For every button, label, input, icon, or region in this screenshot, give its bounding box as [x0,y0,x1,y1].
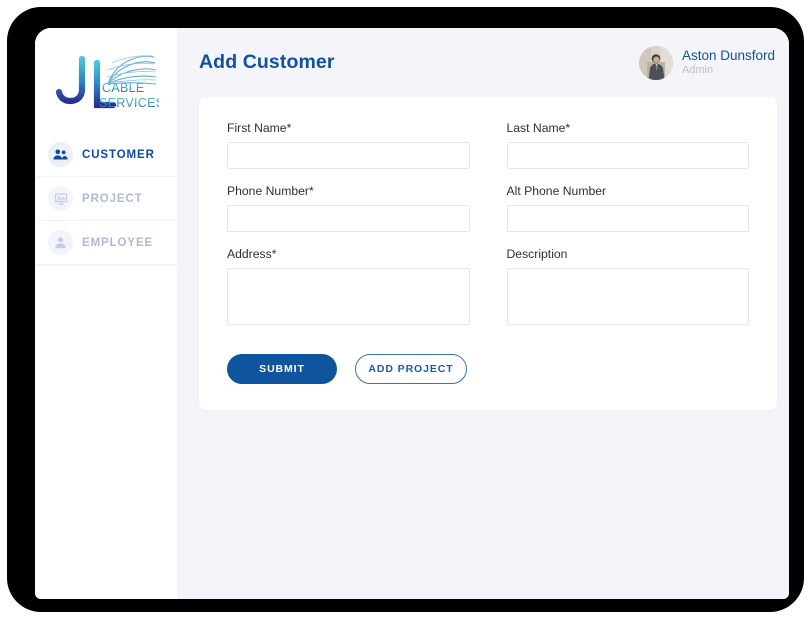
presentation-board-icon [48,186,73,211]
submit-button[interactable]: SUBMIT [227,354,337,384]
field-label: Last Name* [506,121,571,135]
alt-phone-number-input[interactable] [506,205,749,232]
field-label: Address* [227,247,277,261]
logo-text-cable: CABLE [102,81,145,95]
field-alt-phone-number: Alt Phone Number [506,184,749,232]
sidebar-item-customer[interactable]: CUSTOMER [35,133,177,177]
app-screen: CABLE SERVICES CUSTOMER PROJECT EMPLOYEE… [35,28,789,599]
jl-cable-services-logo-icon: CABLE SERVICES [55,54,159,110]
logo-text-services: SERVICES [99,96,159,110]
main-content: Add Customer Aston Dunsford Admin First … [177,28,789,599]
sidebar-item-label: PROJECT [82,192,143,205]
field-first-name: First Name* [227,121,470,169]
form-button-row: SUBMIT ADD PROJECT [227,354,749,384]
sidebar-item-label: EMPLOYEE [82,236,154,249]
sidebar: CABLE SERVICES CUSTOMER PROJECT EMPLOYEE [35,28,177,599]
field-label: Description [506,247,568,261]
user-role: Admin [681,63,714,76]
field-label: Alt Phone Number [506,184,607,198]
sidebar-item-employee[interactable]: EMPLOYEE [35,221,177,265]
field-phone-number: Phone Number* [227,184,470,232]
avatar [638,45,673,80]
phone-number-input[interactable] [227,205,470,232]
field-address: Address* [227,247,470,330]
person-icon [48,230,73,255]
sidebar-item-label: CUSTOMER [82,148,155,161]
field-last-name: Last Name* [506,121,749,169]
last-name-input[interactable] [506,142,749,169]
first-name-input[interactable] [227,142,470,169]
page-title: Add Customer [199,51,335,73]
description-textarea[interactable] [506,268,749,325]
topbar: Add Customer Aston Dunsford Admin [177,28,789,97]
address-textarea[interactable] [227,268,470,325]
add-customer-form-card: First Name* Last Name* Phone Number* Alt… [199,97,777,410]
field-label: Phone Number* [227,184,314,198]
people-group-icon [48,142,73,167]
field-description: Description [506,247,749,330]
device-bezel: CABLE SERVICES CUSTOMER PROJECT EMPLOYEE… [7,7,804,612]
sidebar-item-project[interactable]: PROJECT [35,177,177,221]
brand-logo: CABLE SERVICES [35,28,177,133]
sidebar-filler [35,265,177,599]
user-profile-chip[interactable]: Aston Dunsford Admin [638,45,775,80]
user-text: Aston Dunsford Admin [682,48,775,76]
add-project-button[interactable]: ADD PROJECT [355,354,467,384]
user-name: Aston Dunsford [681,48,775,64]
field-label: First Name* [227,121,292,135]
form-grid: First Name* Last Name* Phone Number* Alt… [227,121,749,330]
